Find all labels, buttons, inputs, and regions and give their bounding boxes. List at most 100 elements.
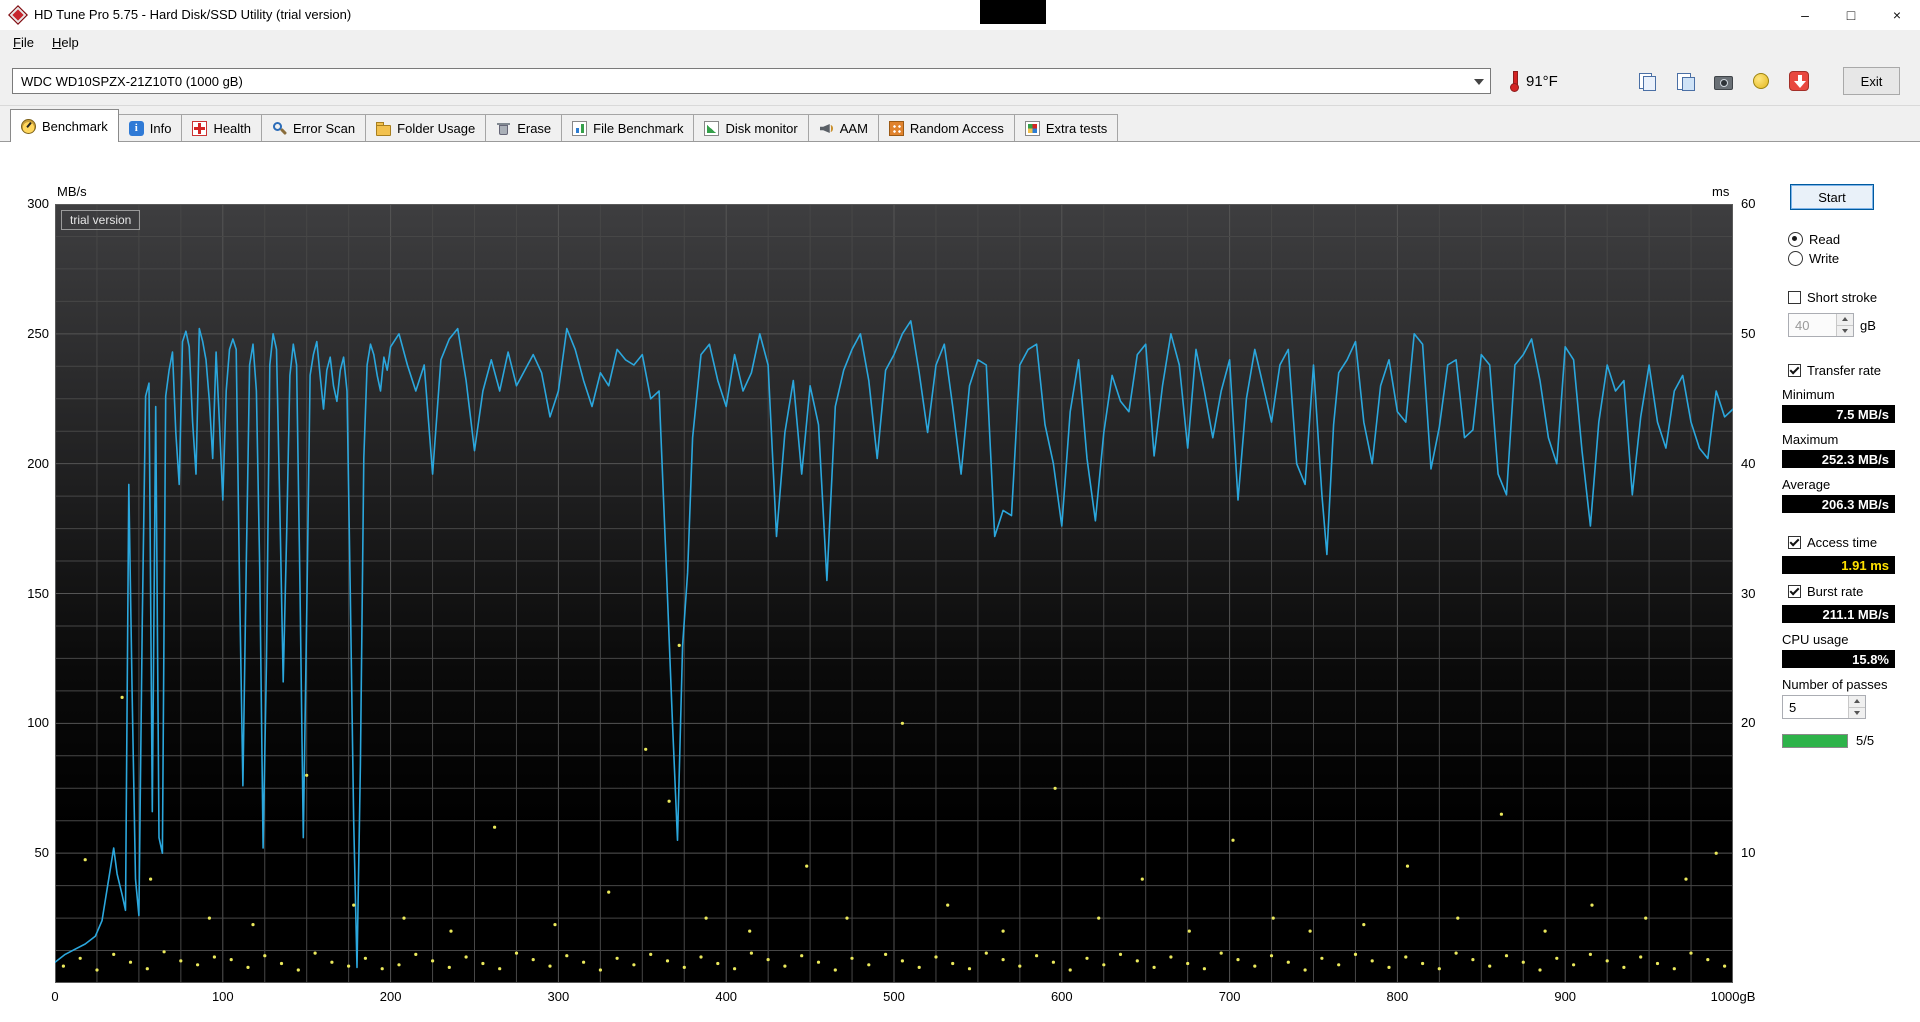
minimum-value: 7.5 MB/s	[1782, 405, 1895, 423]
x-axis-tick: 600	[1050, 989, 1073, 1004]
radio-selected-icon	[1788, 232, 1803, 247]
main-content: MB/s ms 300 250 200 150 100 50 60 50 40 30 20 10 0…	[0, 142, 1920, 1022]
left-axis-tick: 50	[34, 845, 49, 861]
tab-extra-tests[interactable]: Extra tests	[1013, 114, 1119, 142]
drive-select[interactable]: WDC WD10SPZX-21Z10T0 (1000 gB)	[12, 68, 1491, 94]
tab-file-benchmark[interactable]: File Benchmark	[561, 114, 695, 142]
left-axis-tick: 300	[27, 196, 49, 211]
short-stroke-checkbox[interactable]: Short stroke	[1788, 290, 1902, 305]
copy-icon-button[interactable]	[1632, 66, 1662, 96]
tab-folder-usage[interactable]: Folder Usage	[365, 114, 487, 142]
x-axis-tick: 100	[211, 989, 234, 1004]
left-axis-unit: MB/s	[57, 184, 87, 199]
download-icon-button[interactable]	[1784, 66, 1814, 96]
file-benchmark-icon	[572, 121, 588, 136]
tab-label: File Benchmark	[593, 121, 684, 136]
passes-value: 5	[1789, 699, 1797, 715]
folder-icon	[376, 121, 392, 136]
close-button[interactable]: ×	[1874, 0, 1920, 30]
average-label: Average	[1782, 477, 1831, 492]
tab-aam[interactable]: AAM	[807, 114, 879, 142]
screenshot-icon-button[interactable]	[1708, 66, 1738, 96]
temperature-indicator: 91°F	[1510, 68, 1558, 94]
burst-rate-checkbox[interactable]: Burst rate	[1788, 584, 1902, 599]
read-radio[interactable]: Read	[1788, 232, 1902, 247]
short-stroke-unit-label: gB	[1860, 317, 1876, 333]
write-radio[interactable]: Write	[1788, 251, 1902, 266]
right-axis-tick: 10	[1741, 845, 1756, 861]
spin-down-icon[interactable]	[1849, 707, 1865, 718]
short-stroke-label: Short stroke	[1807, 290, 1878, 305]
right-axis-tick: 30	[1741, 585, 1756, 601]
right-axis-tick: 50	[1741, 325, 1756, 341]
copy-icon	[1637, 71, 1657, 91]
chevron-down-icon	[1474, 79, 1484, 85]
short-stroke-size-input[interactable]: 40	[1788, 313, 1854, 337]
x-axis-tick: 200	[379, 989, 402, 1004]
read-label: Read	[1809, 232, 1841, 247]
access-time-label: Access time	[1807, 535, 1878, 550]
progress-fill	[1783, 734, 1847, 747]
app-icon	[8, 5, 28, 25]
connect-icon-button[interactable]	[1746, 66, 1776, 96]
x-axis-tick: 900	[1554, 989, 1577, 1004]
exit-button[interactable]: Exit	[1843, 67, 1900, 95]
erase-icon	[496, 121, 511, 136]
access-time-checkbox[interactable]: Access time	[1788, 535, 1902, 550]
tab-disk-monitor[interactable]: Disk monitor	[693, 114, 809, 142]
start-button[interactable]: Start	[1790, 184, 1874, 210]
right-axis-unit: ms	[1712, 184, 1730, 199]
toolbar: WDC WD10SPZX-21Z10T0 (1000 gB) 91°F Exit	[0, 56, 1920, 106]
passes-input[interactable]: 5	[1782, 695, 1866, 719]
screenshot-icon	[1713, 71, 1733, 91]
tab-label: Folder Usage	[397, 121, 476, 136]
write-label: Write	[1809, 251, 1840, 266]
trial-watermark: trial version	[61, 210, 141, 230]
right-axis-tick: 60	[1741, 196, 1756, 211]
copy-page-icon-button[interactable]	[1670, 66, 1700, 96]
temperature-value: 91°F	[1526, 72, 1558, 90]
burst-rate-label: Burst rate	[1807, 584, 1864, 599]
access-time-value: 1.91 ms	[1782, 556, 1895, 574]
tab-label: Info	[149, 121, 172, 136]
spin-up-icon[interactable]	[1837, 314, 1853, 326]
download-icon	[1789, 71, 1809, 91]
progress-bar	[1782, 733, 1848, 748]
maximize-button[interactable]: □	[1828, 0, 1874, 30]
transfer-rate-checkbox[interactable]: Transfer rate	[1788, 363, 1902, 378]
spinner-buttons[interactable]	[1836, 314, 1853, 336]
tab-info[interactable]: Info	[117, 114, 183, 142]
tab-label: AAM	[839, 121, 868, 136]
tab-label: Erase	[517, 121, 552, 136]
window-controls: – □ ×	[1782, 0, 1920, 30]
thermometer-icon	[1510, 70, 1519, 92]
left-axis-tick: 200	[27, 455, 49, 471]
spin-down-icon[interactable]	[1837, 325, 1853, 336]
tab-label: Random Access	[909, 121, 1004, 136]
tab-random-access[interactable]: Random Access	[877, 114, 1015, 142]
menu-help[interactable]: Help	[43, 30, 88, 56]
spinner-buttons[interactable]	[1848, 696, 1865, 718]
x-axis-tick: 500	[883, 989, 905, 1004]
transfer-rate-label: Transfer rate	[1807, 363, 1881, 378]
x-axis-tick: 1000gB	[1710, 989, 1756, 1004]
tab-error-scan[interactable]: Error Scan	[261, 114, 367, 142]
menu-file[interactable]: File	[4, 30, 43, 56]
minimum-label: Minimum	[1782, 387, 1835, 402]
tab-health[interactable]: Health	[181, 114, 263, 142]
burst-rate-value: 211.1 MB/s	[1782, 605, 1895, 623]
tab-erase[interactable]: Erase	[485, 114, 563, 142]
info-icon	[128, 121, 144, 136]
left-axis-tick: 150	[27, 585, 49, 601]
spin-up-icon[interactable]	[1849, 696, 1865, 708]
random-access-icon	[888, 121, 904, 136]
control-panel: Start Read Write Short stroke 40 gB Tran…	[1782, 184, 1902, 748]
minimize-button[interactable]: –	[1782, 0, 1828, 30]
progress-text: 5/5	[1856, 733, 1875, 748]
health-icon	[192, 121, 208, 136]
tab-benchmark[interactable]: Benchmark	[10, 109, 119, 142]
checkbox-checked-icon	[1788, 585, 1801, 598]
tab-label: Disk monitor	[725, 121, 798, 136]
checkbox-checked-icon	[1788, 536, 1801, 549]
x-axis-tick: 0	[51, 989, 59, 1004]
